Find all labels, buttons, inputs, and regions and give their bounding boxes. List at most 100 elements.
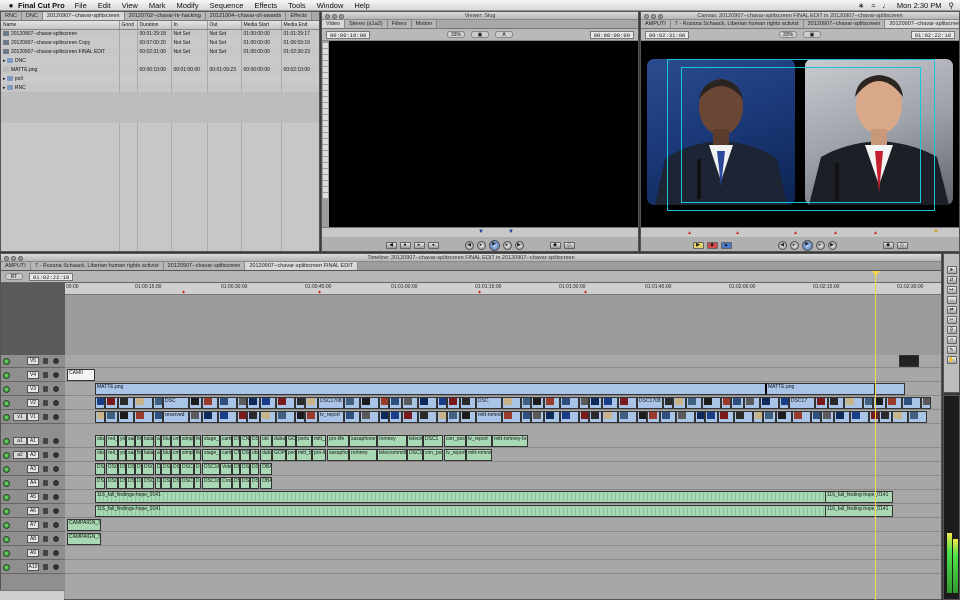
- menu-view[interactable]: View: [122, 1, 138, 10]
- video-clip[interactable]: [118, 397, 134, 409]
- minimize-icon[interactable]: [651, 13, 656, 19]
- video-clip[interactable]: MATTE.png: [765, 383, 875, 395]
- video-clip[interactable]: [869, 411, 879, 423]
- zoom-icon[interactable]: [18, 255, 23, 261]
- timeline-tracks[interactable]: CAM0 MATTE.png MATTE.png DSC DSC1708 DSC DSC17…: [65, 355, 941, 599]
- audio-clip[interactable]: DSC1751: [194, 463, 201, 475]
- audio-clip[interactable]: mitt_ts: [296, 449, 312, 461]
- video-clip[interactable]: [776, 411, 792, 423]
- minimize-icon[interactable]: [11, 255, 16, 261]
- audio-clip[interactable]: DSC1708: [161, 477, 171, 489]
- video-clip[interactable]: [344, 411, 360, 423]
- video-clip[interactable]: [702, 397, 721, 409]
- video-clip[interactable]: [502, 411, 521, 423]
- viewer-mark-out-button[interactable]: ◂: [427, 241, 439, 249]
- auto-select-icon[interactable]: [53, 494, 59, 500]
- audio-clip[interactable]: obi: [250, 449, 259, 461]
- video-clip[interactable]: [295, 411, 305, 423]
- edit-select-tool-icon[interactable]: ⇵: [946, 276, 957, 284]
- lock-icon[interactable]: [43, 536, 48, 542]
- audio-clip[interactable]: red_bull: [106, 449, 118, 461]
- audio-clip[interactable]: mitt-romney-brawe: [492, 435, 528, 447]
- tab-splitscreen[interactable]: 20120907--chavar-splitscreen: [42, 12, 125, 20]
- track-visibility-icon[interactable]: [3, 385, 10, 393]
- audio-clip[interactable]: 116_fall_finding-hope_0141: [825, 491, 893, 503]
- video-clip[interactable]: [718, 411, 734, 423]
- video-clip[interactable]: tv_report: [318, 411, 344, 423]
- video-clip[interactable]: [189, 411, 202, 423]
- auto-select-icon[interactable]: [53, 358, 59, 364]
- canvas-video[interactable]: [641, 41, 959, 227]
- video-clip[interactable]: [544, 411, 560, 423]
- video-clip[interactable]: [792, 411, 811, 423]
- audio-clip[interactable]: DSC1: [135, 463, 142, 475]
- audio-clip[interactable]: DSC16: [232, 477, 240, 489]
- app-menu[interactable]: Final Cut Pro: [18, 1, 65, 10]
- video-clip[interactable]: mitt-romney-bow: [476, 411, 502, 423]
- spotlight-icon[interactable]: ⚲: [949, 1, 955, 10]
- video-clip[interactable]: [828, 397, 844, 409]
- video-clip[interactable]: [779, 397, 789, 409]
- audio-clip[interactable]: DSC1708: [161, 463, 171, 475]
- tab-final-edit[interactable]: 20120907--chavar-splitscreen FINAL EDIT: [245, 262, 359, 270]
- audio-clip[interactable]: GOP_vaqu: [286, 435, 296, 447]
- audio-clip[interactable]: 116_fall_finding-hope_0141: [825, 505, 893, 517]
- tab-splitscreen[interactable]: 20120907--chavar-splitscreen: [803, 20, 886, 28]
- video-clip[interactable]: [260, 411, 276, 423]
- video-clip[interactable]: [618, 411, 637, 423]
- track-visibility-icon[interactable]: [3, 399, 10, 407]
- audio-clip[interactable]: fe: [194, 435, 201, 447]
- track-visibility-icon[interactable]: [3, 549, 10, 557]
- audio-clip[interactable]: obama: [95, 449, 105, 461]
- out-point-icon[interactable]: ▼: [508, 229, 514, 235]
- audio-clip[interactable]: DSC17: [106, 477, 118, 489]
- viewer-generator-popup[interactable]: A: [495, 31, 513, 38]
- timeline-current-timecode[interactable]: 01:02:22:18: [29, 272, 74, 281]
- menu-modify[interactable]: Modify: [177, 1, 199, 10]
- canvas-zoom-popup[interactable]: 33%: [779, 31, 797, 38]
- column-duration[interactable]: Duration: [137, 21, 172, 30]
- audio-clip[interactable]: balaaa: [142, 435, 154, 447]
- viewer-zoom-popup[interactable]: 33%: [447, 31, 465, 38]
- video-clip[interactable]: [660, 411, 676, 423]
- audio-clip[interactable]: 116_fall_findings-hope_0141: [95, 491, 893, 503]
- audio-clip[interactable]: blue: [161, 435, 171, 447]
- audio-clip[interactable]: red_bull: [106, 435, 118, 447]
- audio-clip[interactable]: fin: [135, 435, 142, 447]
- audio-clip[interactable]: simple: [180, 435, 194, 447]
- auto-select-icon[interactable]: [53, 480, 59, 486]
- tab-hr-hacking[interactable]: 20120702--chavar-hr-hacking: [124, 12, 206, 20]
- tab-motion[interactable]: Motion: [411, 20, 438, 28]
- video-clip[interactable]: [134, 411, 153, 423]
- track-visibility-icon[interactable]: [3, 451, 10, 459]
- menu-mark[interactable]: Mark: [149, 1, 166, 10]
- menu-tools[interactable]: Tools: [288, 1, 306, 10]
- video-clip[interactable]: [418, 397, 437, 409]
- lock-icon[interactable]: [43, 400, 48, 406]
- audio-clip[interactable]: DSC1: [95, 463, 105, 475]
- audio-clip[interactable]: DSC1: [423, 435, 443, 447]
- video-clip[interactable]: [437, 397, 447, 409]
- audio-clip[interactable]: DSC1706: [180, 463, 194, 475]
- lane-a8[interactable]: CAMPAIGN_S: [65, 533, 941, 546]
- audio-clip[interactable]: dubai: [272, 435, 286, 447]
- auto-select-icon[interactable]: [53, 550, 59, 556]
- video-clip[interactable]: DSC1708: [637, 397, 663, 409]
- audio-clip[interactable]: DSC1710: [250, 477, 259, 489]
- lane-a10[interactable]: [65, 561, 941, 574]
- audio-clip[interactable]: dubai: [260, 449, 272, 461]
- video-clip[interactable]: [760, 397, 779, 409]
- video-clip[interactable]: [237, 411, 247, 423]
- audio-clip[interactable]: DSC1751: [194, 477, 201, 489]
- audio-clip[interactable]: DS: [240, 449, 250, 461]
- lock-icon[interactable]: [43, 386, 48, 392]
- audio-clip[interactable]: you: [118, 435, 126, 447]
- video-clip[interactable]: DSC17: [789, 397, 815, 409]
- audio-clip[interactable]: ports: [286, 449, 296, 461]
- video-clip[interactable]: [344, 397, 360, 409]
- video-clip[interactable]: [118, 411, 134, 423]
- video-clip[interactable]: [402, 411, 418, 423]
- audio-clip[interactable]: obama: [95, 435, 105, 447]
- video-clip[interactable]: [544, 397, 560, 409]
- table-row[interactable]: ▸ RNC: [1, 83, 319, 92]
